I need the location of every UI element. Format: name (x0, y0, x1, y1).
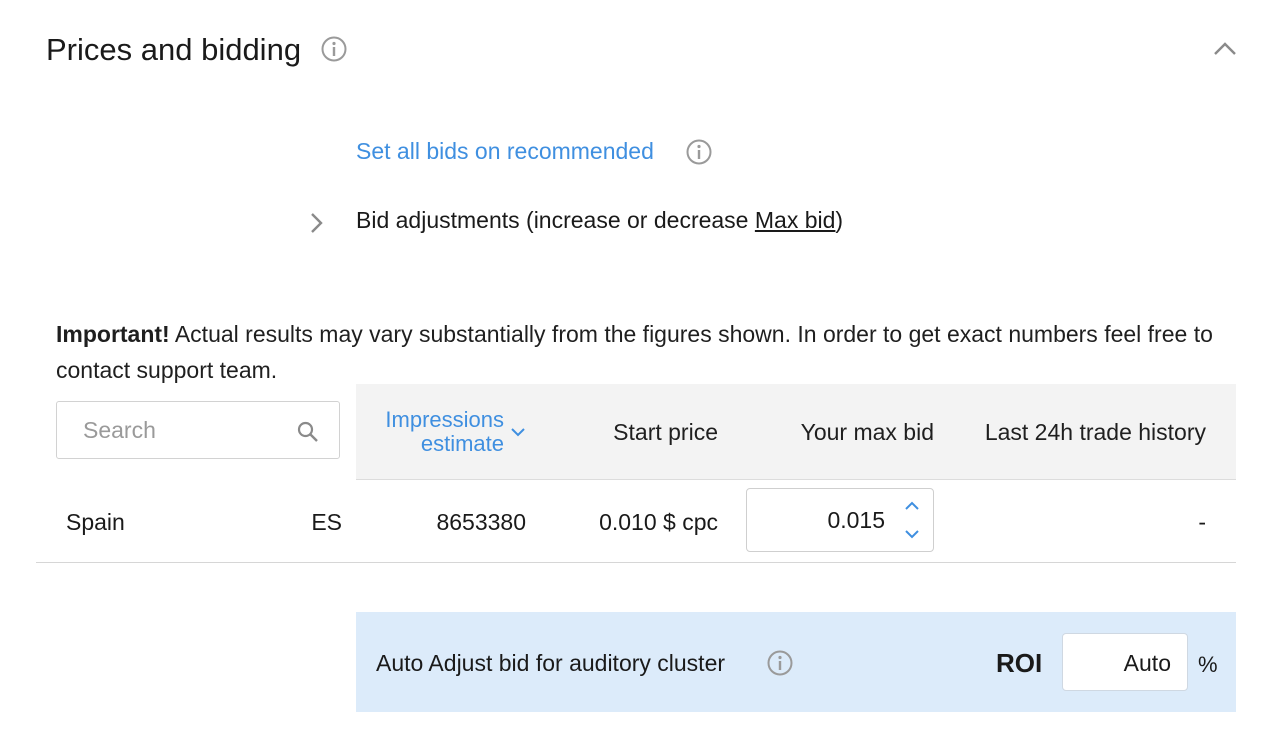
sort-chevron-down-icon[interactable] (508, 424, 528, 440)
important-notice: Important! Actual results may vary subst… (56, 316, 1226, 388)
column-header-trade-history: Last 24h trade history (984, 419, 1206, 445)
important-label: Important! (56, 321, 170, 347)
roi-label: ROI (996, 648, 1043, 678)
bid-adjustments-suffix: ) (835, 207, 844, 233)
row-country-code: ES (311, 509, 342, 535)
section-title: Prices and bidding (46, 30, 348, 70)
collapse-chevron-up-icon[interactable] (1210, 34, 1240, 64)
bid-adjustments-toggle[interactable]: Bid adjustments (increase or decrease Ma… (356, 207, 843, 234)
increment-chevron-up-icon[interactable] (903, 499, 921, 513)
impressions-header-line2: estimate (420, 431, 504, 456)
row-impressions: 8653380 (436, 509, 526, 535)
info-icon[interactable] (685, 138, 713, 171)
row-trade-history: - (1198, 509, 1206, 535)
max-bid-input[interactable] (765, 507, 885, 534)
column-header-start-price: Start price (613, 419, 718, 445)
info-icon[interactable] (766, 649, 794, 682)
roi-input[interactable] (1075, 650, 1171, 677)
info-icon[interactable] (320, 33, 348, 62)
impressions-header-line1: Impressions (385, 407, 504, 432)
decrement-chevron-down-icon[interactable] (903, 527, 921, 541)
max-bid-stepper[interactable] (746, 488, 934, 552)
search-field[interactable] (56, 401, 340, 459)
important-text: Actual results may vary substantially fr… (56, 321, 1213, 383)
row-start-price: 0.010 $ cpc (599, 509, 718, 535)
row-divider (36, 562, 1236, 563)
search-icon[interactable] (295, 419, 321, 445)
section-title-text: Prices and bidding (46, 32, 302, 67)
search-input[interactable] (81, 416, 285, 445)
bid-adjustments-prefix: Bid adjustments (increase or decrease (356, 207, 755, 233)
chevron-right-icon[interactable] (302, 208, 330, 238)
percent-unit: % (1198, 652, 1218, 677)
row-country: Spain (66, 509, 125, 535)
set-all-bids-link[interactable]: Set all bids on recommended (356, 138, 654, 165)
column-header-max-bid: Your max bid (800, 419, 934, 445)
roi-field[interactable] (1062, 633, 1188, 691)
auto-adjust-label: Auto Adjust bid for auditory cluster (376, 650, 726, 676)
max-bid-link[interactable]: Max bid (755, 207, 836, 233)
column-header-impressions[interactable]: Impressions estimate (356, 408, 504, 456)
